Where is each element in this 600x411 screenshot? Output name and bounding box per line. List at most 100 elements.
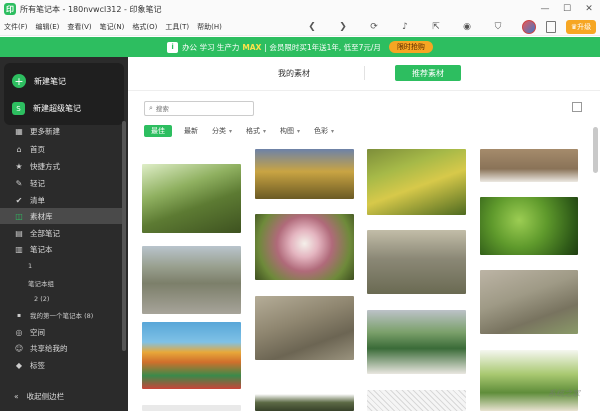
menu-view[interactable]: 查看(V) — [63, 22, 95, 32]
menu-file[interactable]: 文件(F) — [0, 22, 32, 32]
sidebar-item-shortcuts[interactable]: ★ 快捷方式 — [0, 158, 122, 174]
maximize-icon[interactable]: ☐ — [556, 0, 578, 18]
promo-banner[interactable]: i 办公 学习 生产力 MAX | 会员限时买1年送1年, 低至7元/月 限时抢… — [0, 37, 600, 57]
material-photo-white-blossom[interactable] — [255, 214, 354, 280]
sidebar-new-panel: + 新建笔记 S 新建超级笔记 — [4, 63, 124, 125]
export-icon[interactable]: ⇱ — [429, 20, 443, 34]
chevron-down-icon: ▾ — [229, 127, 233, 135]
material-photo-path-trees[interactable] — [142, 246, 241, 314]
shield-icon[interactable]: ⛉ — [491, 20, 505, 34]
sidebar-item-label: 笔记本组 — [28, 280, 54, 288]
material-photo-drawing[interactable] — [142, 405, 241, 411]
filter-label: 色彩 — [314, 127, 329, 135]
sidebar-item-label: 清单 — [30, 195, 45, 205]
sidebar-item-home[interactable]: ⌂ 首页 — [0, 141, 122, 157]
sidebar-item-shared[interactable]: ☺ 共享给我的 — [0, 340, 122, 356]
filter-best[interactable]: 最佳 — [144, 125, 172, 137]
material-photo-planting-site[interactable] — [367, 230, 466, 294]
filter-composition[interactable]: 构图 ▾ — [280, 126, 300, 136]
sidebar-item-more-new[interactable]: ▦ 更多新建 — [0, 123, 122, 139]
sidebar-item-checklist[interactable]: ✔ 清单 — [0, 192, 122, 208]
material-photo-tree[interactable] — [142, 164, 241, 233]
new-super-note-label: 新建超级笔记 — [33, 104, 81, 113]
sidebar-item-material[interactable]: ◫ 素材库 — [0, 208, 122, 224]
sidebar-item-label: 快捷方式 — [30, 161, 60, 171]
sidebar-item-quick-note[interactable]: ✎ 轻记 — [0, 175, 122, 191]
people-icon: ☺ — [14, 343, 24, 353]
material-photo-green-leaves[interactable] — [480, 197, 578, 255]
search-box[interactable]: ⌕ — [144, 101, 254, 116]
menu-edit[interactable]: 编辑(E) — [32, 22, 64, 32]
filter-color[interactable]: 色彩 ▾ — [314, 126, 334, 136]
sync-icon[interactable]: ⟳ — [367, 20, 381, 34]
sidebar-item-tags[interactable]: ◆ 标签 — [0, 357, 122, 373]
material-photo-potted-plants[interactable] — [367, 310, 466, 374]
promo-text-after: | 会员限时买1年送1年, 低至7元/月 — [264, 42, 381, 52]
sidebar-item-label: 轻记 — [30, 178, 45, 188]
avatar[interactable] — [522, 20, 536, 34]
tab-my-material[interactable]: 我的素材 — [278, 68, 310, 79]
new-super-note-button[interactable]: S 新建超级笔记 — [12, 102, 81, 115]
pen-icon: ✎ — [15, 178, 23, 188]
content-scrollbar[interactable] — [593, 127, 598, 173]
sidebar-item-label: 空间 — [30, 327, 45, 337]
sidebar-item-notebooks[interactable]: ▥ 笔记本 — [0, 241, 122, 257]
material-photo-painting[interactable] — [142, 322, 241, 389]
material-photo-roadside-sapling[interactable] — [480, 270, 578, 334]
sidebar-scrollbar[interactable] — [122, 121, 126, 351]
filter-label: 最新 — [184, 127, 198, 135]
back-icon[interactable]: ❮ — [305, 20, 319, 34]
chevron-down-icon: ▾ — [331, 127, 335, 135]
forward-icon[interactable]: ❯ — [336, 20, 350, 34]
material-photo-tree-illustration[interactable] — [480, 350, 578, 411]
filter-newest[interactable]: 最新 — [184, 126, 198, 136]
material-icon: ◫ — [15, 211, 23, 221]
new-note-button[interactable]: + 新建笔记 — [12, 74, 66, 88]
expand-icon[interactable] — [572, 102, 582, 112]
sidebar-item-all-notes[interactable]: ▤ 全部笔记 — [0, 225, 122, 241]
filter-category[interactable]: 分类 ▾ — [212, 126, 232, 136]
filter-format[interactable]: 格式 ▾ — [246, 126, 266, 136]
sidebar-item-notebook-2[interactable]: 2 (2) — [0, 291, 122, 307]
collapse-sidebar-button[interactable]: « 收起侧边栏 — [0, 387, 122, 405]
share-icon[interactable]: ◉ — [460, 20, 474, 34]
material-photo-stone-sculpture[interactable] — [255, 394, 354, 411]
sidebar-item-label: 笔记本 — [30, 244, 53, 254]
material-photo-yellow-flowers[interactable] — [255, 149, 354, 199]
sidebar-item-spaces[interactable]: ◎ 空间 — [0, 324, 122, 340]
menu-help[interactable]: 帮助(H) — [193, 22, 226, 32]
sidebar-item-label: 标签 — [30, 360, 45, 370]
material-photo-sapling-stake[interactable] — [255, 296, 354, 360]
material-tabs: 我的素材 推荐素材 — [128, 57, 600, 91]
menu-tools[interactable]: 工具(T) — [161, 22, 193, 32]
menu-note[interactable]: 笔记(N) — [96, 22, 129, 32]
search-icon: ⌕ — [149, 104, 153, 112]
star-icon: ★ — [15, 161, 23, 171]
space-icon: ◎ — [15, 327, 23, 337]
material-photo-sketch[interactable] — [367, 390, 466, 411]
promo-buy-button[interactable]: 限时抢购 — [388, 41, 433, 53]
sidebar-item-notebook-group[interactable]: 笔记本组 — [0, 275, 122, 291]
sidebar-item-label: 更多新建 — [30, 126, 60, 136]
check-icon: ✔ — [15, 195, 23, 205]
document-icon[interactable] — [546, 21, 556, 33]
chevron-down-icon: ▾ — [297, 127, 301, 135]
sidebar-item-label: 1 — [28, 262, 33, 270]
bell-icon[interactable]: ♪ — [398, 20, 412, 34]
sidebar-item-label: 2 (2) — [34, 295, 50, 303]
window-title: 所有笔记本 - 180nvwcl312 - 印象笔记 — [20, 4, 162, 14]
menu-format[interactable]: 格式(O) — [128, 22, 161, 32]
material-photo-pepper-plant[interactable] — [367, 149, 466, 215]
close-icon[interactable]: ✕ — [578, 0, 600, 18]
super-note-icon: S — [12, 102, 25, 115]
minimize-icon[interactable]: — — [534, 0, 556, 18]
home-icon: ⌂ — [16, 144, 22, 154]
sidebar-item-notebook-1[interactable]: 1 — [0, 258, 122, 274]
upgrade-button[interactable]: ♛ 升级 — [566, 20, 596, 34]
search-input[interactable] — [155, 104, 246, 113]
menu-bar: 文件(F) 编辑(E) 查看(V) 笔记(N) 格式(O) 工具(T) 帮助(H… — [0, 18, 600, 36]
window-controls: — ☐ ✕ — [534, 0, 600, 18]
tab-recommended-material[interactable]: 推荐素材 — [395, 65, 461, 81]
material-photo-white-pipes[interactable] — [480, 149, 578, 182]
sidebar-item-first-notebook[interactable]: ▪ 我的第一个笔记本 (8) — [0, 307, 122, 323]
